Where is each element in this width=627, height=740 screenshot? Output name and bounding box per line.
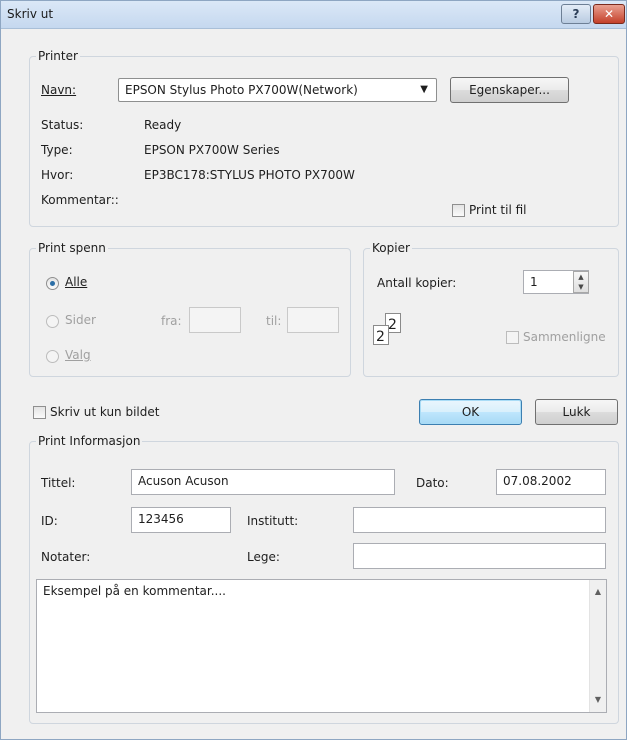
range-pages-label: Sider <box>65 313 96 327</box>
collate-pages-icon: 2 2 <box>371 313 411 349</box>
print-info-legend: Print Informasjon <box>38 434 141 448</box>
title-bar[interactable]: Skriv ut ? ✕ <box>1 1 626 29</box>
range-to-input[interactable] <box>287 307 339 333</box>
print-dialog: Skriv ut ? ✕ Printer Navn: EPSON Stylus … <box>0 0 627 740</box>
doctor-label: Lege: <box>247 550 280 564</box>
properties-button-label: Egenskaper... <box>469 83 550 97</box>
title-input-value: Acuson Acuson <box>138 474 229 488</box>
print-range-legend: Print spenn <box>38 241 106 255</box>
ok-button[interactable]: OK <box>419 399 522 425</box>
institute-label: Institutt: <box>247 514 299 528</box>
print-image-only-checkbox[interactable] <box>33 406 46 419</box>
id-label: ID: <box>41 514 58 528</box>
print-to-file-label: Print til fil <box>469 203 527 217</box>
comment-scrollbar[interactable]: ▲ ▼ <box>589 580 606 712</box>
window-title: Skriv ut <box>7 7 54 21</box>
ok-button-label: OK <box>461 405 480 419</box>
collate-label: Sammenligne <box>523 330 606 344</box>
range-from-label: fra: <box>161 314 182 328</box>
copies-count-label: Antall kopier: <box>377 276 457 290</box>
spin-up-icon[interactable]: ▲ <box>574 272 588 282</box>
date-input[interactable]: 07.08.2002 <box>496 469 606 495</box>
triangle-up-icon[interactable]: ▲ <box>590 584 606 600</box>
range-to-label: til: <box>266 314 282 328</box>
copies-group: Kopier <box>363 241 619 377</box>
comment-textarea[interactable]: Eksempel på en kommentar.... <box>36 579 607 713</box>
copies-legend: Kopier <box>372 241 410 255</box>
print-to-file-checkbox[interactable] <box>452 204 465 217</box>
print-image-only-label: Skriv ut kun bildet <box>50 405 160 419</box>
status-value: Ready <box>144 118 182 132</box>
triangle-down-icon[interactable]: ▼ <box>590 692 606 708</box>
id-input-value: 123456 <box>138 512 184 526</box>
comment-label: Kommentar:: <box>41 193 119 207</box>
printer-name-label: Navn: <box>41 83 77 97</box>
range-from-input[interactable] <box>189 307 241 333</box>
range-selection-label: Valg <box>65 348 91 362</box>
properties-button[interactable]: Egenskaper... <box>450 77 569 103</box>
title-label: Tittel: <box>41 476 76 490</box>
printer-select[interactable]: EPSON Stylus Photo PX700W(Network) ▼ <box>118 78 437 102</box>
close-button[interactable]: Lukk <box>535 399 618 425</box>
printer-legend: Printer <box>38 49 78 63</box>
notes-label: Notater: <box>41 550 91 564</box>
doctor-input[interactable] <box>353 543 606 569</box>
status-label: Status: <box>41 118 84 132</box>
collate-checkbox[interactable] <box>506 331 519 344</box>
date-input-value: 07.08.2002 <box>503 474 572 488</box>
title-input[interactable]: Acuson Acuson <box>131 469 395 495</box>
copies-count-value: 1 <box>530 275 538 289</box>
spin-down-icon[interactable]: ▼ <box>574 282 588 292</box>
range-selection-radio[interactable] <box>46 350 59 363</box>
range-all-label: Alle <box>65 275 88 289</box>
date-label: Dato: <box>416 476 449 490</box>
where-label: Hvor: <box>41 168 74 182</box>
id-input[interactable]: 123456 <box>131 507 231 533</box>
close-window-button[interactable]: ✕ <box>593 4 625 24</box>
help-button[interactable]: ? <box>561 4 591 24</box>
type-value: EPSON PX700W Series <box>144 143 280 157</box>
copies-spinner[interactable]: ▲ ▼ <box>573 271 589 293</box>
close-button-label: Lukk <box>562 405 591 419</box>
where-value: EP3BC178:STYLUS PHOTO PX700W <box>144 168 355 182</box>
page-icon-front: 2 <box>373 325 389 345</box>
type-label: Type: <box>41 143 73 157</box>
institute-input[interactable] <box>353 507 606 533</box>
range-all-radio[interactable] <box>46 277 59 290</box>
comment-text: Eksempel på en kommentar.... <box>43 584 226 598</box>
printer-select-value: EPSON Stylus Photo PX700W(Network) <box>125 83 358 97</box>
chevron-down-icon: ▼ <box>420 84 428 95</box>
range-pages-radio[interactable] <box>46 315 59 328</box>
